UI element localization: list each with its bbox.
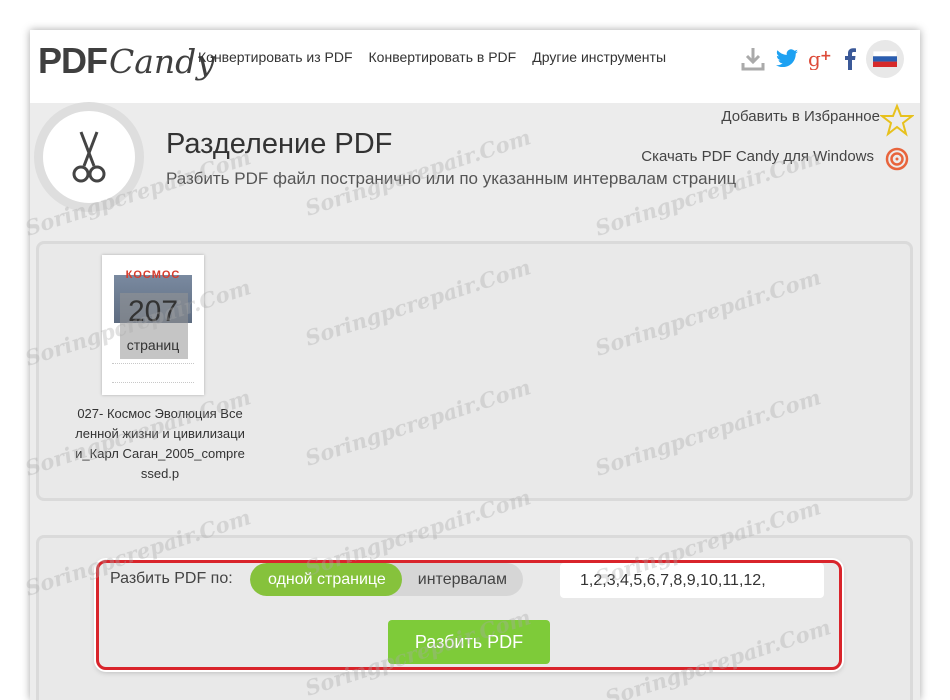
split-mode-toggle: одной странице интервалам	[250, 563, 523, 596]
nav-convert-from-pdf[interactable]: Конвертировать из PDF	[198, 49, 353, 65]
facebook-icon[interactable]	[840, 44, 860, 74]
language-selector[interactable]	[866, 40, 904, 78]
nav-convert-to-pdf[interactable]: Конвертировать в PDF	[369, 49, 517, 65]
split-by-label: Разбить PDF по:	[110, 570, 233, 587]
thumbnail-magazine-title: КОСМОС	[125, 269, 181, 281]
svg-text:+: +	[820, 48, 832, 64]
pdf-thumbnail[interactable]: КОСМОС 207 страниц	[102, 255, 204, 395]
uploaded-files-panel: КОСМОС 207 страниц 027- Космос Эволюция …	[36, 241, 913, 501]
pdf-candy-app-icon[interactable]	[885, 147, 909, 176]
download-windows-link[interactable]: Скачать PDF Candy для Windows	[641, 148, 874, 165]
app-window: PDF Candy Конвертировать из PDF Конверти…	[30, 30, 920, 700]
header-icons: g +	[738, 40, 904, 78]
pdfcandy-logo[interactable]: PDF Candy	[38, 40, 215, 81]
page-subtitle: Разбить PDF файл постранично или по указ…	[166, 169, 737, 188]
page-count: 207	[127, 295, 179, 328]
file-name: 027- Космос Эволюция Вселенной жизни и ц…	[75, 406, 245, 481]
page-title: Разделение PDF	[166, 128, 393, 160]
split-mode-single-page[interactable]: одной странице	[250, 563, 402, 596]
split-pdf-button[interactable]: Разбить PDF	[388, 620, 550, 664]
pages-input[interactable]	[560, 563, 824, 598]
main-nav: Конвертировать из PDF Конвертировать в P…	[198, 49, 682, 65]
google-plus-icon[interactable]: g +	[806, 44, 836, 74]
russia-flag-icon	[873, 51, 897, 67]
split-mode-intervals[interactable]: интервалам	[402, 563, 523, 596]
scissors-tool-icon	[34, 102, 144, 212]
header: PDF Candy Конвертировать из PDF Конверти…	[30, 30, 920, 103]
thumbnail-text-lines	[112, 363, 194, 383]
download-icon[interactable]	[738, 44, 768, 74]
page-count-label: страниц	[126, 337, 180, 353]
add-to-favorites-link[interactable]: Добавить в Избранное	[721, 108, 880, 125]
twitter-icon[interactable]	[772, 44, 802, 74]
star-icon[interactable]	[879, 103, 915, 142]
scissors-icon	[72, 131, 106, 183]
logo-pdf-text: PDF	[38, 40, 108, 81]
nav-other-tools[interactable]: Другие инструменты	[532, 49, 666, 65]
